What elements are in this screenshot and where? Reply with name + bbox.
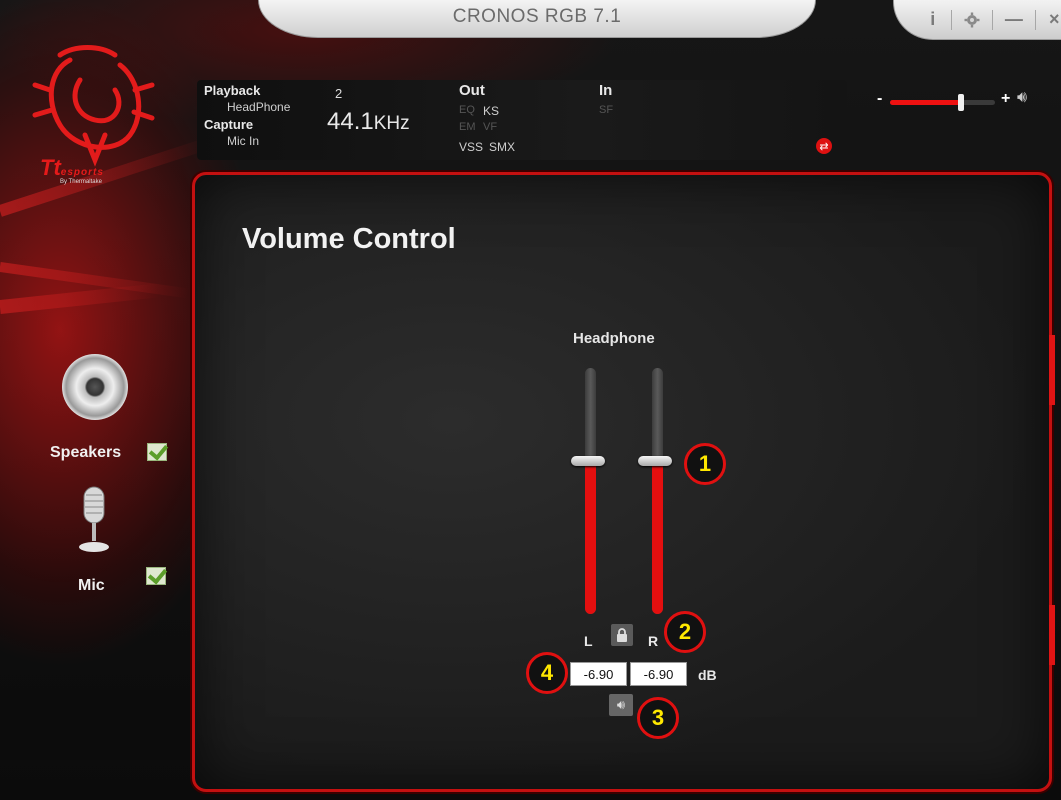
sample-rate: 44.1KHz (327, 108, 410, 135)
capture-label: Capture (204, 117, 254, 132)
slider-fill (585, 461, 596, 614)
check-icon (147, 443, 167, 461)
close-button[interactable]: × (1048, 9, 1061, 31)
in-sf: SF (599, 104, 614, 116)
speaker-icon (62, 354, 128, 420)
right-db-input[interactable] (630, 662, 687, 686)
gear-icon (964, 12, 980, 27)
out-label: Out (459, 82, 485, 99)
callout-4: 4 (526, 652, 568, 694)
playback-label: Playback (204, 83, 261, 98)
lock-icon (617, 628, 627, 642)
divider (992, 9, 993, 30)
right-channel-label: R (648, 633, 659, 649)
device-label: Headphone (573, 330, 655, 347)
sidebar-item-mic[interactable]: Mic (66, 485, 176, 605)
left-channel-label: L (584, 633, 593, 649)
sidebar-item-label: Speakers (50, 444, 122, 461)
slider-knob[interactable] (638, 456, 672, 466)
speaker-mute-icon: 🔊︎ (616, 697, 626, 712)
panel-accent (1049, 605, 1055, 665)
callout-2: 2 (664, 611, 706, 653)
out-vss: VSS (459, 140, 484, 154)
right-channel-slider[interactable] (638, 368, 672, 618)
slider-fill (652, 461, 663, 614)
master-volume-slider[interactable] (890, 94, 995, 111)
out-eq: EQ (459, 104, 475, 116)
left-channel-slider[interactable] (571, 368, 605, 618)
page-title: Volume Control (242, 223, 456, 255)
settings-button[interactable] (964, 9, 980, 31)
left-db-input[interactable] (570, 662, 627, 686)
info-button[interactable]: i (926, 9, 939, 31)
slider-knob[interactable] (571, 456, 605, 466)
app-title: CRONOS RGB 7.1 (452, 6, 622, 27)
master-volume-knob[interactable] (958, 94, 964, 111)
minimize-button[interactable]: — (1005, 9, 1023, 31)
mute-button[interactable]: 🔊︎ (609, 694, 633, 716)
brand-subtitle: By Thermaltake (60, 179, 102, 185)
check-icon (146, 567, 166, 585)
swap-icon[interactable]: ⇄ (816, 138, 832, 154)
in-label: In (599, 82, 613, 99)
sidebar-item-speakers[interactable]: Speakers (46, 352, 176, 472)
window-controls: i — × (893, 0, 1061, 40)
device-info-panel: Playback HeadPhone Capture Mic In 2 44.1… (197, 80, 847, 160)
brand-logo: Ttesports (40, 155, 104, 180)
db-unit-label: dB (698, 667, 717, 683)
master-volume-fill (890, 100, 961, 105)
lock-button[interactable] (611, 624, 633, 646)
divider (951, 9, 953, 30)
capture-device: Mic In (227, 134, 260, 148)
channel-count: 2 (335, 86, 343, 101)
microphone-icon (79, 486, 109, 552)
out-em: EM (459, 121, 476, 133)
playback-device: HeadPhone (227, 100, 291, 114)
title-bar: CRONOS RGB 7.1 (258, 0, 816, 38)
volume-minus: - (877, 90, 883, 107)
out-smx: SMX (489, 140, 516, 154)
out-ks: KS (483, 104, 500, 118)
divider (1034, 9, 1036, 30)
callout-3: 3 (637, 697, 679, 739)
decor-streak (0, 283, 160, 314)
volume-plus: + (1001, 90, 1011, 107)
panel-accent (1049, 335, 1055, 405)
master-volume: - + 🔊︎ (877, 89, 1037, 112)
out-vf: VF (483, 121, 498, 133)
callout-1: 1 (684, 443, 726, 485)
sidebar-item-label: Mic (78, 577, 105, 594)
speaker-volume-icon[interactable]: 🔊︎ (1017, 89, 1027, 107)
